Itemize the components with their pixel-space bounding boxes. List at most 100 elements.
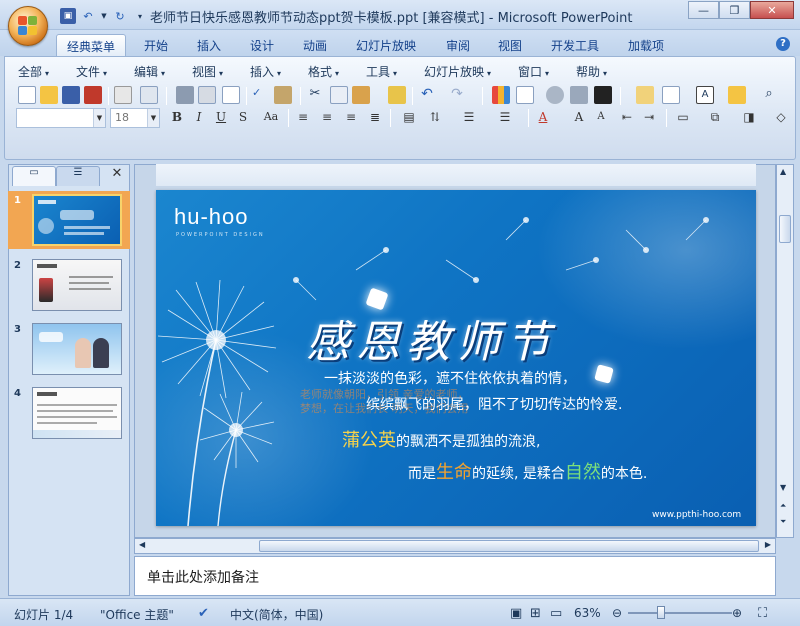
chevron-down-icon[interactable]: ▼ [147, 109, 159, 127]
scroll-right-icon[interactable]: ▶ [765, 540, 771, 549]
insert-chart-icon[interactable] [492, 86, 510, 104]
close-icon[interactable]: ✕ [110, 167, 124, 181]
align-right-button[interactable]: ≡ [342, 108, 360, 126]
tab-view[interactable]: 视图 [488, 34, 532, 56]
align-left-button[interactable]: ≡ [294, 108, 312, 126]
menu-view[interactable]: 视图 ▾ [192, 63, 223, 80]
vertical-scrollbar[interactable]: ▲ ▼ ⏶ ⏷ [776, 164, 794, 538]
tab-home[interactable]: 开始 [134, 34, 178, 56]
new-icon[interactable] [18, 86, 36, 104]
redo-icon[interactable]: ↻ [112, 8, 128, 24]
notes-pane[interactable]: 单击此处添加备注 [134, 556, 776, 596]
undo-icon[interactable]: ↶ [80, 8, 96, 24]
zoom-slider-track[interactable] [628, 612, 732, 614]
fit-to-window-icon[interactable]: ⛶ [758, 606, 767, 621]
shrink-font-button[interactable]: A [592, 108, 610, 126]
grayscale-icon[interactable] [570, 86, 588, 104]
slide-thumbnail-2[interactable]: 2 [8, 256, 130, 314]
grow-font-button[interactable]: A [570, 108, 588, 126]
dictionary-icon[interactable] [274, 86, 292, 104]
tab-slideshow[interactable]: 幻灯片放映 [346, 34, 426, 56]
customize-qa-icon[interactable]: ▾ [132, 8, 148, 24]
close-button[interactable]: ✕ [750, 1, 794, 19]
slide-design-icon[interactable] [662, 86, 680, 104]
menu-file[interactable]: 文件 ▾ [76, 63, 107, 80]
email-icon[interactable] [114, 86, 132, 104]
slide-sorter-icon[interactable]: ⊞ [530, 606, 541, 621]
menu-edit[interactable]: 编辑 ▾ [134, 63, 165, 80]
zoom-out-icon[interactable]: ⊖ [612, 606, 622, 620]
normal-view-icon[interactable]: ▣ [510, 606, 522, 621]
redo-toolbar-icon[interactable]: ↷ [448, 86, 466, 104]
previous-slide-icon[interactable]: ⏶ [780, 501, 786, 511]
help-icon[interactable]: ? [776, 37, 790, 51]
menu-format[interactable]: 格式 ▾ [308, 63, 339, 80]
tab-design[interactable]: 设计 [240, 34, 284, 56]
menu-insert[interactable]: 插入 ▾ [250, 63, 281, 80]
tab-insert[interactable]: 插入 [187, 34, 231, 56]
scroll-up-icon[interactable]: ▲ [780, 167, 786, 176]
zoom-level[interactable]: 63% [574, 606, 601, 620]
quick-styles-button[interactable]: ◨ [740, 108, 758, 126]
next-slide-icon[interactable]: ⏷ [780, 517, 786, 527]
clip-art-icon[interactable] [546, 86, 564, 104]
zoom-slider-thumb[interactable] [657, 606, 665, 619]
shadow-button[interactable]: S [234, 108, 252, 126]
shapes-button[interactable]: ▭ [674, 108, 692, 126]
undo-dropdown-icon[interactable]: ▼ [100, 8, 108, 24]
print-preview-icon[interactable] [198, 86, 216, 104]
numbering-button[interactable]: ☰ [460, 108, 478, 126]
bold-button[interactable]: B [168, 108, 186, 126]
scroll-down-icon[interactable]: ▼ [780, 483, 786, 492]
font-name-combo[interactable]: ▼ [16, 108, 106, 128]
tab-developer[interactable]: 开发工具 [541, 34, 609, 56]
slide-thumbnail-4[interactable]: 4 [8, 384, 130, 442]
new-slide-icon[interactable] [636, 86, 654, 104]
print-icon[interactable] [176, 86, 194, 104]
menu-tools[interactable]: 工具 ▾ [366, 63, 397, 80]
save-icon[interactable] [62, 86, 80, 104]
slideshow-icon[interactable]: ▭ [550, 606, 562, 621]
font-color-button[interactable]: A [534, 108, 552, 126]
increase-indent-button[interactable]: ⇥ [640, 108, 658, 126]
office-button[interactable] [8, 6, 48, 46]
find-icon[interactable]: ⌕ [760, 86, 778, 104]
columns-button[interactable]: ▤ [400, 108, 418, 126]
research-icon[interactable] [140, 86, 158, 104]
copy-icon[interactable] [330, 86, 348, 104]
font-size-combo[interactable]: 18 ▼ [110, 108, 160, 128]
horizontal-scrollbar[interactable]: ◀ ▶ [134, 538, 776, 554]
menu-help[interactable]: 帮助 ▾ [576, 63, 607, 80]
open-icon[interactable] [40, 86, 58, 104]
slide-thumbnail-3[interactable]: 3 [8, 320, 130, 378]
vertical-scroll-thumb[interactable] [779, 215, 791, 243]
decrease-indent-button[interactable]: ⇤ [618, 108, 636, 126]
slides-tab[interactable]: ▭ [12, 166, 56, 186]
change-case-button[interactable]: Aa [260, 108, 282, 126]
menu-slideshow[interactable]: 幻灯片放映 ▾ [424, 63, 491, 80]
italic-button[interactable]: I [190, 108, 208, 126]
shape-fill-button[interactable]: ◇ [772, 108, 790, 126]
zoom-in-icon[interactable]: ⊕ [732, 606, 742, 620]
horizontal-scroll-thumb[interactable] [259, 540, 759, 552]
menu-all[interactable]: 全部 ▾ [18, 63, 49, 80]
outline-tab[interactable]: ☰ [56, 166, 100, 186]
paste-icon[interactable] [352, 86, 370, 104]
tab-classic-menu[interactable]: 经典菜单 [56, 34, 127, 56]
cut-icon[interactable]: ✂ [306, 86, 324, 104]
permission-icon[interactable] [84, 86, 102, 104]
slide-thumbnail-1[interactable]: 1 [8, 191, 130, 249]
bullets-button[interactable]: ☰ [496, 108, 514, 126]
text-box-icon[interactable]: A [696, 86, 714, 104]
minimize-button[interactable]: — [688, 1, 719, 19]
justify-button[interactable]: ≣ [366, 108, 384, 126]
folder-icon[interactable] [728, 86, 746, 104]
tab-review[interactable]: 审阅 [436, 34, 480, 56]
menu-window[interactable]: 窗口 ▾ [518, 63, 549, 80]
format-painter-icon[interactable] [388, 86, 406, 104]
spell-check-icon[interactable]: ✔ [198, 606, 209, 621]
chevron-down-icon[interactable]: ▼ [93, 109, 105, 127]
underline-button[interactable]: U [212, 108, 230, 126]
current-slide[interactable]: hu-hoo POWERPOINT DESIGN 感恩教师节 老师就像朝阳，引领… [156, 190, 756, 526]
insert-table-icon[interactable] [516, 86, 534, 104]
